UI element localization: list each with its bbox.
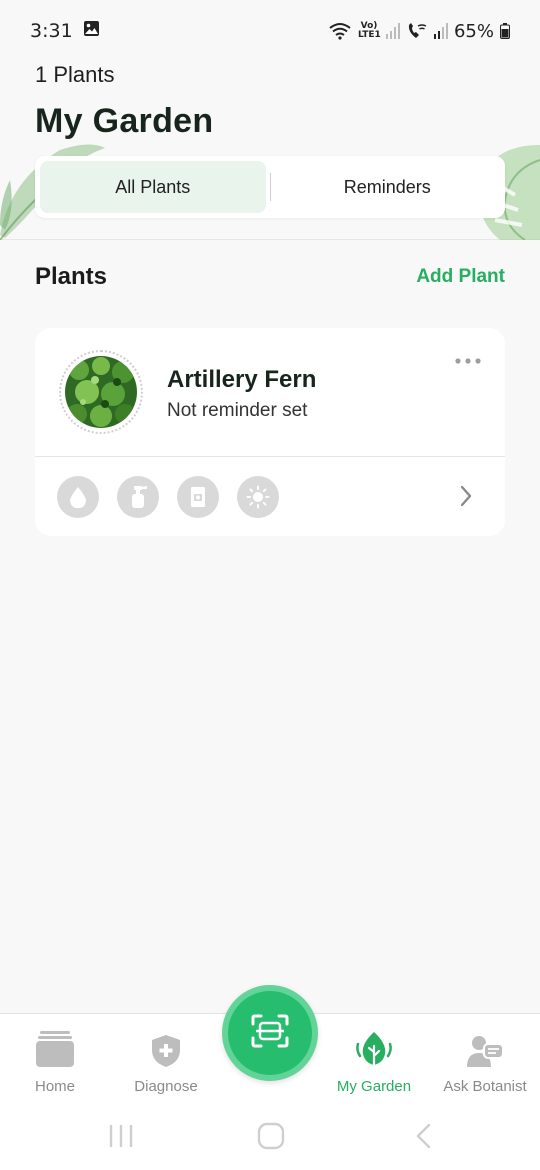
network-type-label: Vo) LTE1 xyxy=(357,21,381,40)
plant-photo xyxy=(65,356,137,428)
nav-label-ask-botanist: Ask Botanist xyxy=(443,1078,527,1095)
botanist-chat-icon xyxy=(430,1028,540,1068)
signal-icon-2 xyxy=(433,23,448,39)
sun-icon[interactable] xyxy=(237,476,279,518)
water-drop-icon[interactable] xyxy=(57,476,99,518)
tab-all-plants[interactable]: All Plants xyxy=(40,161,266,213)
add-plant-button[interactable]: Add Plant xyxy=(416,266,505,288)
nav-label-diagnose: Diagnose xyxy=(134,1078,198,1095)
nav-item-home[interactable]: Home xyxy=(0,1028,110,1095)
card-divider xyxy=(35,456,505,457)
plant-reminder-status: Not reminder set xyxy=(167,400,308,421)
plant-icon xyxy=(319,1028,429,1068)
nav-item-ask-botanist[interactable]: Ask Botanist xyxy=(430,1028,540,1095)
scan-button[interactable] xyxy=(222,985,318,1081)
system-navigation-bar xyxy=(0,1110,540,1170)
battery-icon xyxy=(500,23,510,39)
plant-thumbnail xyxy=(59,350,143,434)
status-time: 3:31 xyxy=(30,20,73,42)
spray-bottle-icon[interactable] xyxy=(117,476,159,518)
section-title: Plants xyxy=(35,263,108,290)
home-icon xyxy=(0,1028,110,1068)
plant-count: 1 Plants xyxy=(35,62,115,87)
shield-plus-icon xyxy=(111,1028,221,1068)
status-bar: 3:31 Vo) LTE1 65% xyxy=(0,0,540,62)
wifi-icon xyxy=(328,22,352,40)
wifi-calling-icon xyxy=(406,22,428,40)
more-options-icon[interactable] xyxy=(455,352,481,370)
fertilizer-icon[interactable] xyxy=(177,476,219,518)
plant-card[interactable]: Artillery Fern Not reminder set xyxy=(35,328,505,536)
tab-reminders[interactable]: Reminders xyxy=(275,161,501,213)
scan-icon xyxy=(251,1014,289,1053)
battery-percent: 65% xyxy=(453,20,494,42)
back-icon[interactable] xyxy=(413,1122,433,1155)
gallery-notification-icon xyxy=(83,20,100,42)
tab-divider xyxy=(269,173,271,201)
page-title: My Garden xyxy=(35,102,214,140)
nav-label-my-garden: My Garden xyxy=(336,1078,412,1095)
plant-name: Artillery Fern xyxy=(167,366,317,393)
garden-tabs: All Plants Reminders xyxy=(35,156,505,218)
garden-header: 1 Plants My Garden xyxy=(35,62,213,141)
home-system-icon[interactable] xyxy=(257,1122,285,1155)
care-icons-row xyxy=(57,476,279,518)
chevron-right-icon[interactable] xyxy=(459,485,473,512)
nav-item-diagnose[interactable]: Diagnose xyxy=(111,1028,221,1095)
nav-label-home: Home xyxy=(34,1078,75,1095)
signal-icon xyxy=(385,23,400,39)
plants-section-header: Plants Add Plant xyxy=(35,263,505,291)
nav-item-my-garden[interactable]: My Garden xyxy=(319,1028,429,1095)
recent-apps-icon[interactable] xyxy=(108,1122,134,1155)
